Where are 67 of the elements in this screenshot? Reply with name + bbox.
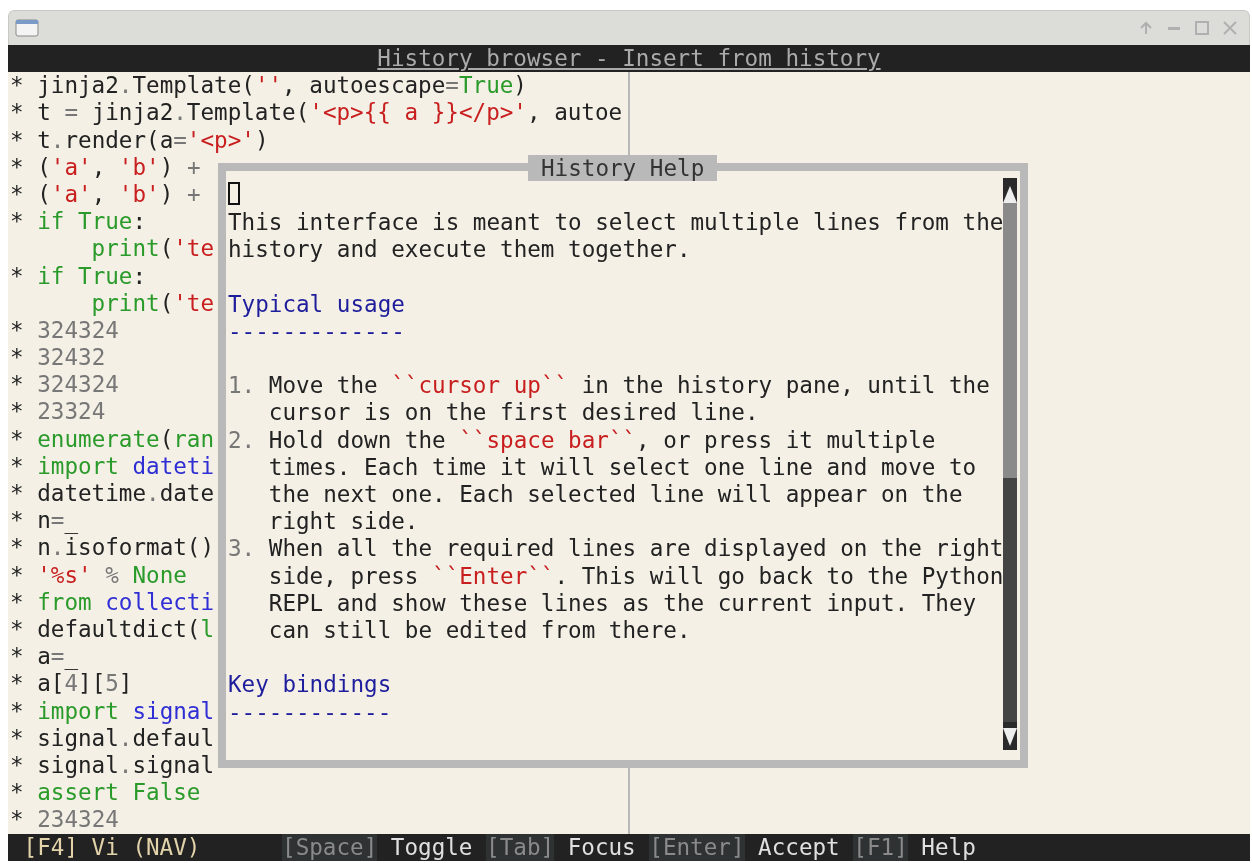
history-line[interactable]: * 32432 [10, 344, 106, 372]
help-text-line: history and execute them together. [228, 236, 691, 264]
history-line[interactable]: * signal.defaul [10, 724, 215, 752]
vi-mode-indicator: [F4] Vi (NAV) [23, 833, 201, 861]
app-title: History browser - Insert from history [377, 45, 881, 73]
scroll-up-button[interactable] [1003, 178, 1018, 203]
help-text-line: cursor is on the first desired line. [267, 399, 759, 427]
key-hint: [Tab] [486, 833, 555, 861]
history-line[interactable]: * if True: [10, 262, 147, 290]
history-line[interactable]: * assert False [10, 779, 201, 807]
history-line[interactable]: * a=_ [10, 643, 79, 671]
help-text-line: This interface is meant to select multiple lines from the [228, 209, 1004, 237]
text-cursor [228, 182, 240, 205]
maximize-button[interactable] [1193, 19, 1211, 37]
history-line[interactable]: * import dateti [10, 452, 215, 480]
maximize-icon [1195, 21, 1209, 35]
dialog-title: History Help [528, 155, 718, 181]
help-text-line: 2. Hold down the ``space bar``, or press it multiple [228, 426, 936, 454]
history-line[interactable]: * 234324 [10, 806, 119, 834]
close-button[interactable] [1221, 19, 1239, 37]
window-icon [15, 19, 39, 37]
help-heading: Key bindings [228, 671, 392, 699]
help-text-line: times. Each time it will select one line and move to [267, 453, 977, 482]
help-text-line: REPL and show these lines as the current input. They [267, 589, 977, 617]
minimize-icon [1168, 26, 1180, 30]
up-arrow-icon [1139, 21, 1153, 35]
scrollbar-track[interactable] [1003, 178, 1018, 750]
history-line[interactable]: * t.render(a='<p>') [10, 126, 269, 154]
key-action-label: Focus [566, 833, 637, 861]
help-text-line: 3. When all the required lines are displayed on the right [228, 535, 1004, 563]
close-icon [1223, 21, 1237, 35]
history-line[interactable]: * 23324 [10, 398, 106, 426]
key-action-label: Toggle [389, 833, 474, 861]
help-text-line: can still be edited from there. [267, 617, 691, 645]
key-hint: [F1] [853, 833, 908, 861]
help-heading: ------------- [228, 317, 405, 346]
help-heading: Typical usage [228, 290, 405, 318]
history-line[interactable]: print('te [10, 289, 215, 317]
history-line[interactable]: * ('a', 'b') + [10, 180, 201, 209]
history-line[interactable]: * 324324 [10, 316, 119, 345]
scrollbar-thumb[interactable] [1003, 203, 1018, 478]
history-line[interactable]: * datetime.date [10, 480, 215, 508]
history-line[interactable]: * enumerate(ran [10, 425, 215, 453]
history-line[interactable]: print('te [10, 235, 215, 263]
history-line[interactable]: * if True: [10, 208, 147, 236]
history-line[interactable]: * jinja2.Template('', autoescape=True) [10, 72, 527, 100]
help-text-line: right side. [267, 508, 419, 536]
history-line[interactable]: * signal.signal [10, 751, 215, 780]
help-text-line: the next one. Each selected line will appear on the [267, 481, 963, 509]
history-line[interactable]: * n.isoformat() [10, 534, 215, 562]
key-action-label: Accept [757, 833, 841, 861]
history-line[interactable]: * '%s' % None [10, 561, 187, 589]
help-text-line: 1. Move the ``cursor up`` in the history pane, until the [228, 372, 990, 400]
scroll-down-button[interactable] [1003, 722, 1018, 750]
help-heading: ------------ [228, 698, 392, 726]
history-line[interactable]: * n=_ [10, 507, 79, 535]
history-line[interactable]: * t = jinja2.Template('<p>{{ a }}</p>', autoe [10, 99, 623, 127]
history-line[interactable]: * 324324 [10, 371, 119, 399]
history-line[interactable]: * from collecti [10, 588, 215, 616]
history-line[interactable]: * defaultdict(l [10, 615, 215, 644]
history-line[interactable]: * a[4][5] [10, 670, 133, 698]
help-text-line: side, press ``Enter``. This will go back to the Python [267, 562, 1004, 590]
history-line[interactable]: * import signal [10, 697, 215, 725]
key-hint: [Enter] [649, 833, 745, 861]
history-line[interactable]: * ('a', 'b') + [10, 153, 201, 181]
key-hint: [Space] [282, 833, 378, 861]
key-action-label: Help [920, 833, 977, 861]
